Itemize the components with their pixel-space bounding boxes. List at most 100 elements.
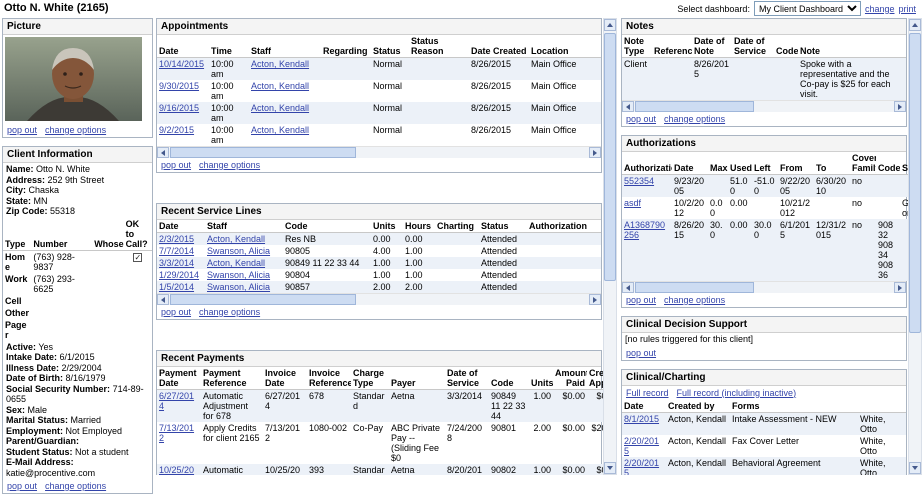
service-line-code: 90849 11 22 33 44 xyxy=(285,258,360,268)
pop-out-link[interactable]: pop out xyxy=(161,160,191,170)
select-dashboard-label: Select dashboard: xyxy=(677,3,750,14)
charting-date-link[interactable]: 2/20/2015 xyxy=(624,436,659,456)
charting-row: 2/20/2015 Acton, Kendall Behavioral Agre… xyxy=(622,456,906,476)
scroll-down-button[interactable] xyxy=(604,462,616,474)
dashboard-select[interactable]: My Client Dashboard xyxy=(753,1,861,16)
change-options-link[interactable]: change options xyxy=(664,114,725,124)
horizontal-scrollbar[interactable] xyxy=(622,100,906,112)
change-options-link[interactable]: change options xyxy=(199,160,260,170)
horizontal-scrollbar[interactable] xyxy=(157,146,601,158)
horizontal-scroll-thumb[interactable] xyxy=(170,294,357,305)
field-value: Yes xyxy=(38,341,54,352)
appointment-staff-link[interactable]: Acton, Kendall xyxy=(251,81,309,91)
change-options-link[interactable]: change options xyxy=(45,125,106,135)
vertical-scroll-thumb[interactable] xyxy=(909,33,921,333)
field-value: Chaska xyxy=(28,185,60,195)
column-header: Codes xyxy=(876,152,900,175)
phone-type: Home xyxy=(5,251,25,272)
scroll-down-button[interactable] xyxy=(909,462,921,474)
pop-out-link[interactable]: pop out xyxy=(7,481,37,491)
pop-out-link[interactable]: pop out xyxy=(7,125,37,135)
change-options-link[interactable]: change options xyxy=(199,307,260,317)
service-line-hours: 1.00 xyxy=(405,246,423,256)
note-reference xyxy=(652,58,692,101)
charting-date-link[interactable]: 2/20/2015 xyxy=(624,458,659,476)
invoice-reference: 393 xyxy=(309,465,325,475)
print-link[interactable]: print xyxy=(898,4,916,14)
scroll-left-button[interactable] xyxy=(622,101,634,112)
scroll-left-button[interactable] xyxy=(622,282,634,293)
pop-out-link[interactable]: pop out xyxy=(626,295,656,305)
field-label: Address: xyxy=(6,174,46,185)
appointment-date-link[interactable]: 9/30/2015 xyxy=(159,81,199,91)
authorization-link[interactable]: asdf xyxy=(624,198,641,208)
horizontal-scroll-thumb[interactable] xyxy=(170,147,357,158)
service-line-staff-link[interactable]: Acton, Kendall xyxy=(207,258,265,268)
appointment-staff-link[interactable]: Acton, Kendall xyxy=(251,103,309,113)
horizontal-scroll-thumb[interactable] xyxy=(635,101,755,112)
appointment-staff-link[interactable]: Acton, Kendall xyxy=(251,125,309,135)
scroll-right-button[interactable] xyxy=(589,147,601,158)
full-record-link[interactable]: Full record xyxy=(626,388,669,398)
ok-to-call-checkbox[interactable]: ✓ xyxy=(133,252,143,262)
column-header: Payer xyxy=(389,367,445,390)
appointment-status-reason xyxy=(409,80,469,102)
service-line-staff-link[interactable]: Swanson, Alicia xyxy=(207,246,270,256)
service-line-date-link[interactable]: 1/5/2014 xyxy=(159,282,194,292)
scroll-right-button[interactable] xyxy=(894,101,906,112)
horizontal-scroll-thumb[interactable] xyxy=(635,282,755,293)
service-line-staff-link[interactable]: Swanson, Alicia xyxy=(207,270,270,280)
arrow-down-icon xyxy=(607,466,613,470)
horizontal-scrollbar[interactable] xyxy=(622,281,906,293)
middle-column-scrollbar[interactable] xyxy=(603,18,617,475)
change-options-link[interactable]: change options xyxy=(45,481,106,491)
authorization-link[interactable]: 552354 xyxy=(624,176,654,186)
pop-out-link[interactable]: pop out xyxy=(626,114,656,124)
horizontal-scrollbar[interactable] xyxy=(157,293,601,305)
service-line-date-link[interactable]: 7/7/2014 xyxy=(159,246,194,256)
payer: Aetna xyxy=(391,391,415,401)
appointment-date-created: 8/26/2015 xyxy=(471,125,512,135)
scroll-right-button[interactable] xyxy=(589,294,601,305)
client-info-field: Parent/Guardian: xyxy=(6,436,149,447)
appointment-date-link[interactable]: 9/2/2015 xyxy=(159,125,194,135)
scroll-up-button[interactable] xyxy=(909,19,921,31)
right-column-scrollbar[interactable] xyxy=(908,18,922,475)
service-line-date-link[interactable]: 1/29/2014 xyxy=(159,270,199,280)
service-line-date-link[interactable]: 3/3/2014 xyxy=(159,258,194,268)
client-info-field: Intake Date: 6/1/2015 xyxy=(6,352,149,363)
field-value: Not a student xyxy=(75,446,129,457)
service-line-authorization xyxy=(527,281,601,293)
service-line-date-link[interactable]: 2/3/2015 xyxy=(159,234,194,244)
authorization-row: asdf 10/2/2012 0.00 0.00 10/21/2012 no G… xyxy=(622,197,922,219)
change-options-link[interactable]: change options xyxy=(664,295,725,305)
vertical-scroll-thumb[interactable] xyxy=(604,33,616,281)
scroll-right-button[interactable] xyxy=(894,282,906,293)
pop-out-link[interactable]: pop out xyxy=(626,348,656,358)
amount-paid: $0.00 xyxy=(562,391,585,401)
payment-date-link[interactable]: 7/13/2012 xyxy=(159,423,194,443)
scroll-left-button[interactable] xyxy=(157,294,169,305)
field-label: State: xyxy=(6,195,32,206)
scroll-up-button[interactable] xyxy=(604,19,616,31)
authorization-left xyxy=(752,197,778,219)
pop-out-link[interactable]: pop out xyxy=(161,307,191,317)
service-line-row: 2/3/2015 Acton, Kendall Res NB 0.00 0.00… xyxy=(157,232,601,245)
change-dashboard-link[interactable]: change xyxy=(865,4,895,14)
appointment-date-link[interactable]: 9/16/2015 xyxy=(159,103,199,113)
charting-date-link[interactable]: 8/1/2015 xyxy=(624,414,659,424)
payment-date-link[interactable]: 10/25/2012 xyxy=(159,465,194,475)
service-line-staff-link[interactable]: Swanson, Alicia xyxy=(207,282,270,292)
payment-date-link[interactable]: 6/27/2014 xyxy=(159,391,194,411)
authorizations-table: Authorization Date Max. Used Left From T… xyxy=(622,152,922,281)
full-record-inactive-link[interactable]: Full record (including inactive) xyxy=(677,388,797,398)
service-line-hours: 2.00 xyxy=(405,282,423,292)
amount-paid: $0.00 xyxy=(562,465,585,475)
service-line-authorization xyxy=(527,245,601,257)
scroll-left-button[interactable] xyxy=(157,147,169,158)
authorization-link[interactable]: A1368790256 xyxy=(624,220,665,240)
service-line-staff-link[interactable]: Acton, Kendall xyxy=(207,234,265,244)
appointment-time: 10:00 am xyxy=(211,125,234,145)
appointment-date-link[interactable]: 10/14/2015 xyxy=(159,59,204,69)
appointment-staff-link[interactable]: Acton, Kendall xyxy=(251,59,309,69)
